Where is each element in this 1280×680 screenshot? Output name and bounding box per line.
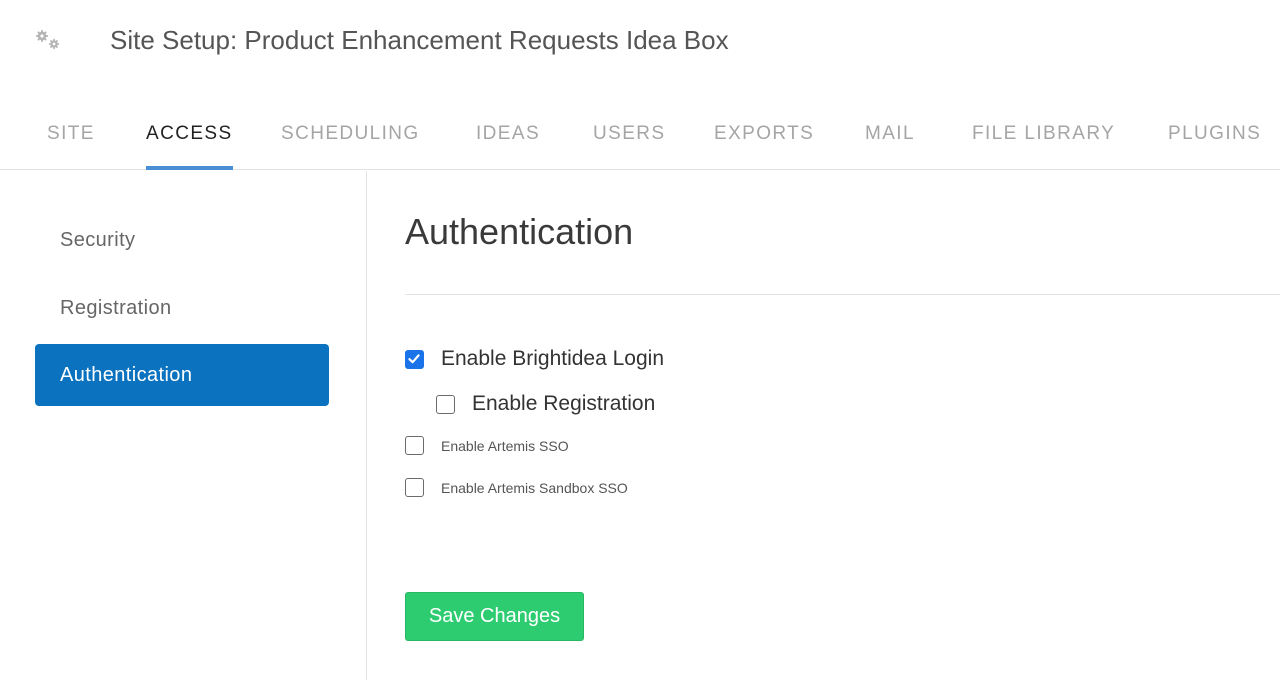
section-title: Authentication [405,211,634,252]
sidebar-item-authentication[interactable]: Authentication [35,344,329,406]
sidebar: Security Registration Authentication [0,171,367,680]
tab-access[interactable]: ACCESS [146,100,233,170]
option-artemis-sso[interactable]: Enable Artemis SSO [405,436,569,455]
tab-bar: SITE ACCESS SCHEDULING IDEAS USERS EXPOR… [0,100,1280,170]
option-label: Enable Registration [472,392,656,415]
option-label: Enable Artemis SSO [441,437,569,454]
checkbox-artemis-sandbox-sso[interactable] [405,478,424,497]
main-content: Authentication Enable Brightidea Login E… [368,171,1280,680]
sidebar-item-security[interactable]: Security [35,209,329,271]
tab-scheduling[interactable]: SCHEDULING [281,100,420,170]
save-changes-button[interactable]: Save Changes [405,592,584,641]
gears-icon [34,29,64,53]
page-title: Site Setup: Product Enhancement Requests… [110,25,729,55]
option-label: Enable Artemis Sandbox SSO [441,479,628,496]
tab-site[interactable]: SITE [47,100,95,170]
option-label: Enable Brightidea Login [441,347,665,370]
tab-users[interactable]: USERS [593,100,665,170]
tab-file-library[interactable]: FILE LIBRARY [972,100,1115,170]
checkbox-registration[interactable] [436,394,455,414]
tab-exports[interactable]: EXPORTS [714,100,814,170]
page-header: Site Setup: Product Enhancement Requests… [0,0,1280,90]
option-registration[interactable]: Enable Registration [436,392,655,416]
option-artemis-sandbox-sso[interactable]: Enable Artemis Sandbox SSO [405,478,628,497]
tab-ideas[interactable]: IDEAS [476,100,540,170]
sidebar-item-registration[interactable]: Registration [35,277,329,339]
checkbox-artemis-sso[interactable] [405,436,424,455]
option-brightidea-login[interactable]: Enable Brightidea Login [405,347,664,371]
tab-plugins[interactable]: PLUGINS [1168,100,1261,170]
checkmark-icon [408,353,420,363]
checkbox-brightidea-login[interactable] [405,349,424,369]
divider [405,294,1280,295]
tab-mail[interactable]: MAIL [865,100,915,170]
